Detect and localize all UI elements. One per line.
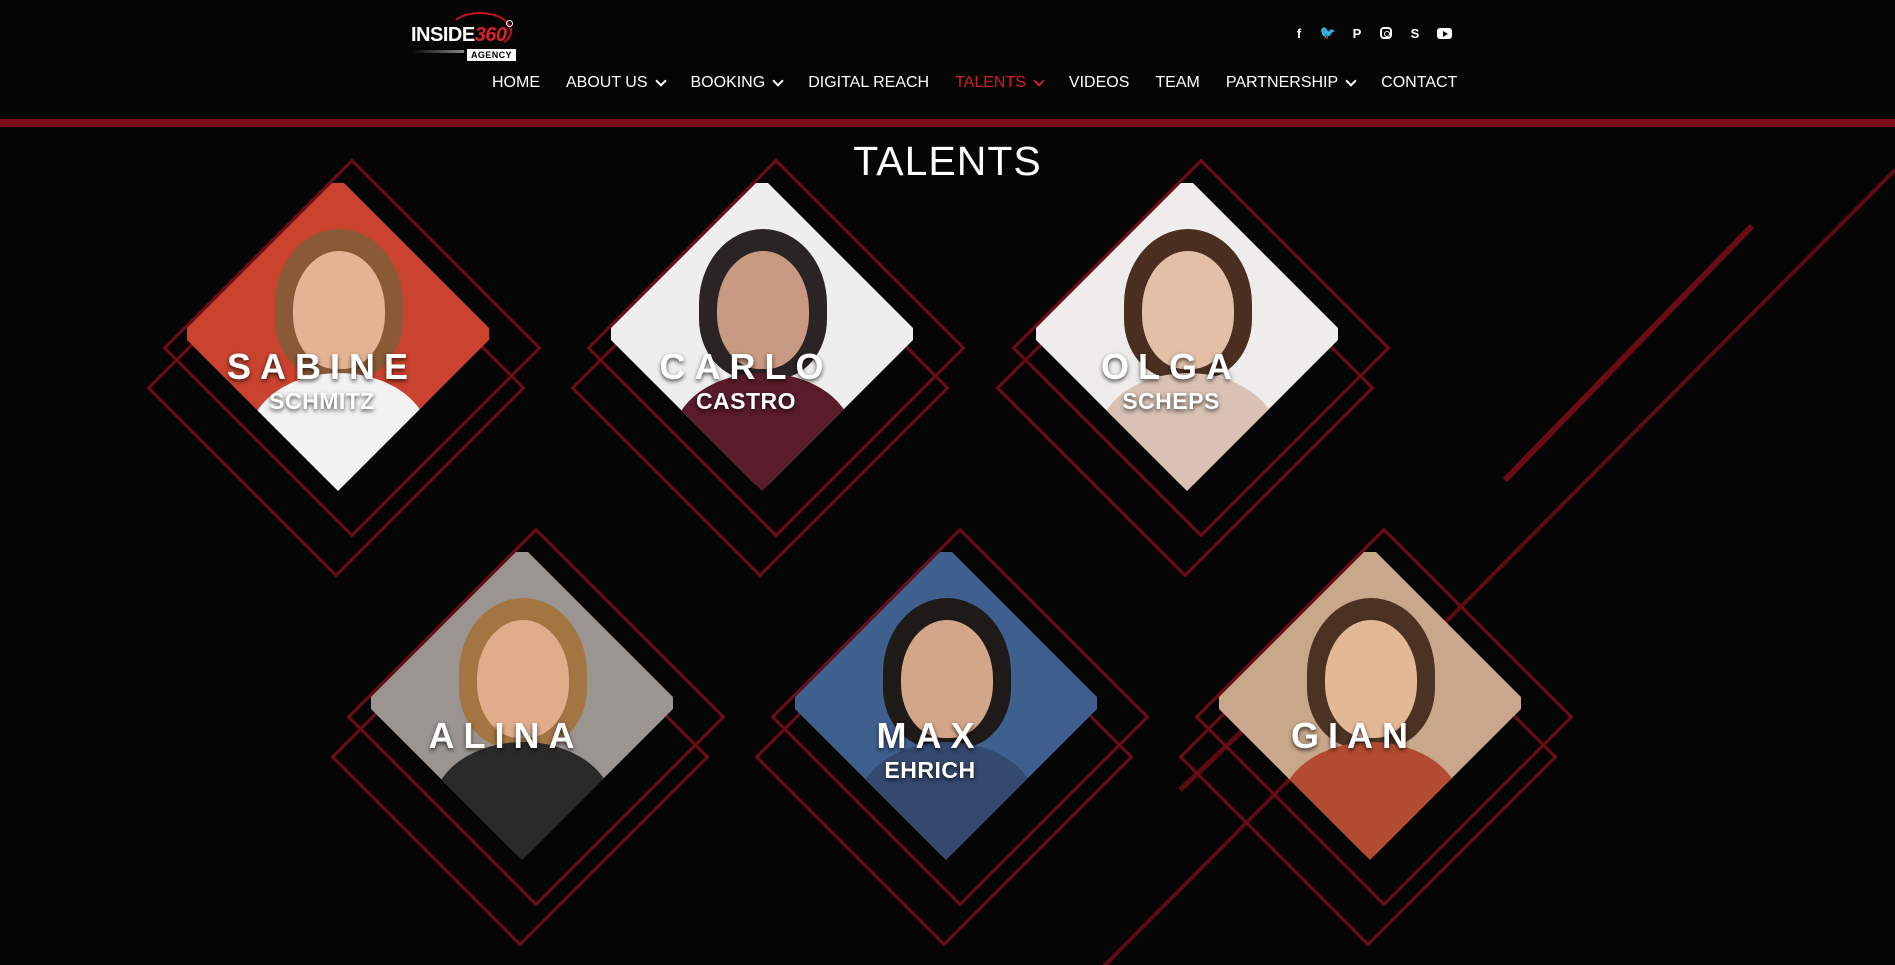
talent-first-name: SABINE: [226, 346, 418, 387]
talent-first-name: CARLO: [659, 346, 833, 387]
talent-last-name: EHRICH: [884, 757, 976, 783]
talent-first-name: ALINA: [428, 715, 584, 756]
talent-last-name: SCHMITZ: [269, 388, 375, 414]
talent-card-alina[interactable]: ALINA: [330, 527, 726, 947]
talent-first-name: GIAN: [1291, 715, 1417, 756]
talent-card-carlo[interactable]: CARLO CASTRO: [570, 158, 966, 578]
talent-card-olga[interactable]: OLGA SCHEPS: [995, 158, 1391, 578]
talent-last-name: CASTRO: [695, 388, 797, 414]
talent-last-name: SCHEPS: [1122, 388, 1220, 414]
talent-card-max[interactable]: MAX EHRICH: [754, 527, 1150, 947]
talent-first-name: MAX: [876, 715, 984, 756]
talent-card-sabine[interactable]: SABINE SCHMITZ: [146, 158, 542, 578]
talent-card-gian[interactable]: GIAN: [1178, 527, 1574, 947]
talent-first-name: OLGA: [1101, 346, 1241, 387]
